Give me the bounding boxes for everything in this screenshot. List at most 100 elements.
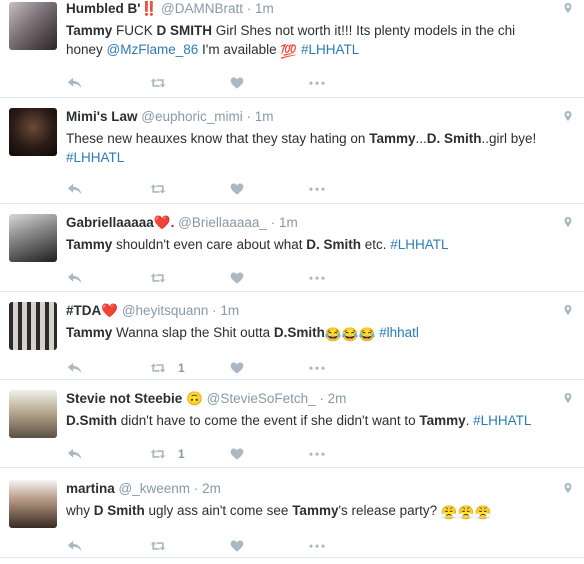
like-icon bbox=[230, 77, 244, 89]
timestamp[interactable]: 2m bbox=[202, 481, 221, 496]
like-button[interactable] bbox=[229, 73, 245, 93]
mention-link[interactable]: @MzFlame_86 bbox=[107, 42, 199, 57]
avatar[interactable] bbox=[9, 302, 57, 350]
hashtag-link[interactable]: #LHHATL bbox=[301, 42, 359, 57]
timestamp[interactable]: 1m bbox=[255, 109, 274, 124]
avatar[interactable] bbox=[9, 390, 57, 438]
hashtag-link[interactable]: #LHHATL bbox=[390, 237, 448, 252]
avatar[interactable] bbox=[9, 108, 57, 156]
like-button[interactable] bbox=[229, 268, 245, 288]
timestamp[interactable]: 1m bbox=[279, 215, 298, 230]
location-pin-icon[interactable] bbox=[562, 0, 574, 16]
retweet-count: 1 bbox=[178, 361, 185, 375]
more-icon bbox=[309, 187, 325, 191]
author-handle[interactable]: @Briellaaaaa_ bbox=[178, 215, 267, 230]
tweet[interactable]: Humbled B'‼️ @DAMNBratt · 1m Tammy FUCK D… bbox=[0, 0, 584, 98]
retweet-button[interactable]: 1 bbox=[148, 358, 185, 378]
hashtag-link[interactable]: #LHHATL bbox=[473, 413, 531, 428]
text-segment: didn't have to come the event if she did… bbox=[117, 413, 420, 428]
text-segment: ..girl bye! bbox=[481, 131, 537, 146]
highlighted-term: Tammy bbox=[419, 413, 466, 428]
more-icon bbox=[309, 452, 325, 456]
avatar[interactable] bbox=[9, 480, 57, 528]
tweet-header: martina @_kweenm · 2m bbox=[66, 480, 554, 498]
like-button[interactable] bbox=[229, 179, 245, 199]
avatar[interactable] bbox=[9, 2, 57, 50]
tweet[interactable]: martina @_kweenm · 2m why D Smith ugly as… bbox=[0, 468, 584, 558]
location-pin-icon[interactable] bbox=[562, 302, 574, 318]
retweet-button[interactable]: 1 bbox=[148, 444, 185, 464]
author-name[interactable]: martina bbox=[66, 481, 115, 496]
author-handle[interactable]: @StevieSoFetch_ bbox=[207, 391, 316, 406]
author-name[interactable]: Stevie not Steebie 🙃 bbox=[66, 391, 203, 406]
reply-button[interactable] bbox=[66, 444, 84, 464]
author-handle[interactable]: @_kweenm bbox=[119, 481, 190, 496]
retweet-icon bbox=[150, 363, 166, 373]
retweet-button[interactable] bbox=[148, 536, 168, 556]
tweet[interactable]: #TDA❤️ @heyitsquann · 1m Tammy Wanna slap… bbox=[0, 292, 584, 380]
location-pin-icon[interactable] bbox=[562, 108, 574, 124]
tweet[interactable]: Mimi's Law @euphoric_mimi · 1m These new … bbox=[0, 98, 584, 204]
text-segment: why bbox=[66, 503, 94, 518]
more-button[interactable] bbox=[307, 444, 327, 464]
tweet[interactable]: Stevie not Steebie 🙃 @StevieSoFetch_ · 2… bbox=[0, 380, 584, 468]
hashtag-link[interactable]: #lhhatl bbox=[379, 325, 419, 340]
more-button[interactable] bbox=[307, 268, 327, 288]
reply-icon bbox=[67, 272, 82, 284]
reply-button[interactable] bbox=[66, 358, 84, 378]
text-segment: I'm available bbox=[198, 42, 281, 57]
more-button[interactable] bbox=[307, 536, 327, 556]
emoji: 😤😤😤 bbox=[440, 505, 492, 520]
more-button[interactable] bbox=[307, 73, 327, 93]
author-handle[interactable]: @euphoric_mimi bbox=[141, 109, 243, 124]
location-pin-icon[interactable] bbox=[562, 214, 574, 230]
hashtag-link[interactable]: #LHHATL bbox=[66, 150, 124, 165]
author-name[interactable]: #TDA bbox=[66, 303, 101, 318]
retweet-count: 1 bbox=[178, 447, 185, 461]
more-button[interactable] bbox=[307, 179, 327, 199]
author-name[interactable]: Gabriellaaaaa bbox=[66, 215, 154, 230]
location-pin-icon[interactable] bbox=[562, 480, 574, 496]
like-button[interactable] bbox=[229, 536, 245, 556]
author-handle[interactable]: @DAMNBratt bbox=[161, 1, 243, 16]
timestamp[interactable]: 1m bbox=[220, 303, 239, 318]
like-button[interactable] bbox=[229, 358, 245, 378]
name-emoji: ❤️. bbox=[153, 215, 175, 230]
location-pin-icon[interactable] bbox=[562, 390, 574, 406]
text-segment: shouldn't even care about what bbox=[112, 237, 307, 252]
author-name[interactable]: Mimi's Law bbox=[66, 109, 137, 124]
text-segment: 's release party? bbox=[338, 503, 441, 518]
emoji: 😂😂😂 bbox=[324, 327, 376, 342]
retweet-button[interactable] bbox=[148, 73, 168, 93]
location-pin-glyph bbox=[564, 305, 572, 315]
tweet-actions: 1 bbox=[66, 444, 554, 464]
meta-separator: · bbox=[270, 215, 276, 230]
tweet-text: why D Smith ugly ass ain't come see Tamm… bbox=[66, 501, 554, 522]
reply-button[interactable] bbox=[66, 179, 84, 199]
retweet-button[interactable] bbox=[148, 268, 168, 288]
meta-separator: · bbox=[246, 1, 252, 16]
author-handle[interactable]: @heyitsquann bbox=[122, 303, 209, 318]
tweet[interactable]: Gabriellaaaaa❤️. @Briellaaaaa_ · 1m Tammy… bbox=[0, 204, 584, 292]
highlighted-term: D SMITH bbox=[156, 23, 213, 38]
retweet-button[interactable] bbox=[148, 179, 168, 199]
reply-button[interactable] bbox=[66, 536, 84, 556]
emoji: 💯 bbox=[280, 44, 298, 59]
timestamp[interactable]: 2m bbox=[328, 391, 347, 406]
like-icon bbox=[230, 183, 244, 195]
highlighted-term: D. Smith bbox=[306, 237, 362, 252]
author-name[interactable]: Humbled B' bbox=[66, 1, 140, 16]
reply-button[interactable] bbox=[66, 73, 84, 93]
tweet-header: #TDA❤️ @heyitsquann · 1m bbox=[66, 302, 554, 320]
like-button[interactable] bbox=[229, 444, 245, 464]
timestamp[interactable]: 1m bbox=[255, 1, 274, 16]
location-pin-glyph bbox=[564, 3, 572, 13]
tweet-header: Gabriellaaaaa❤️. @Briellaaaaa_ · 1m bbox=[66, 214, 554, 232]
tweet-header: Stevie not Steebie 🙃 @StevieSoFetch_ · 2… bbox=[66, 390, 554, 408]
avatar[interactable] bbox=[9, 214, 57, 262]
tweet-feed: Humbled B'‼️ @DAMNBratt · 1m Tammy FUCK D… bbox=[0, 0, 584, 558]
reply-button[interactable] bbox=[66, 268, 84, 288]
more-button[interactable] bbox=[307, 358, 327, 378]
reply-icon bbox=[67, 448, 82, 460]
tweet-text: Tammy shouldn't even care about what D. … bbox=[66, 235, 554, 254]
